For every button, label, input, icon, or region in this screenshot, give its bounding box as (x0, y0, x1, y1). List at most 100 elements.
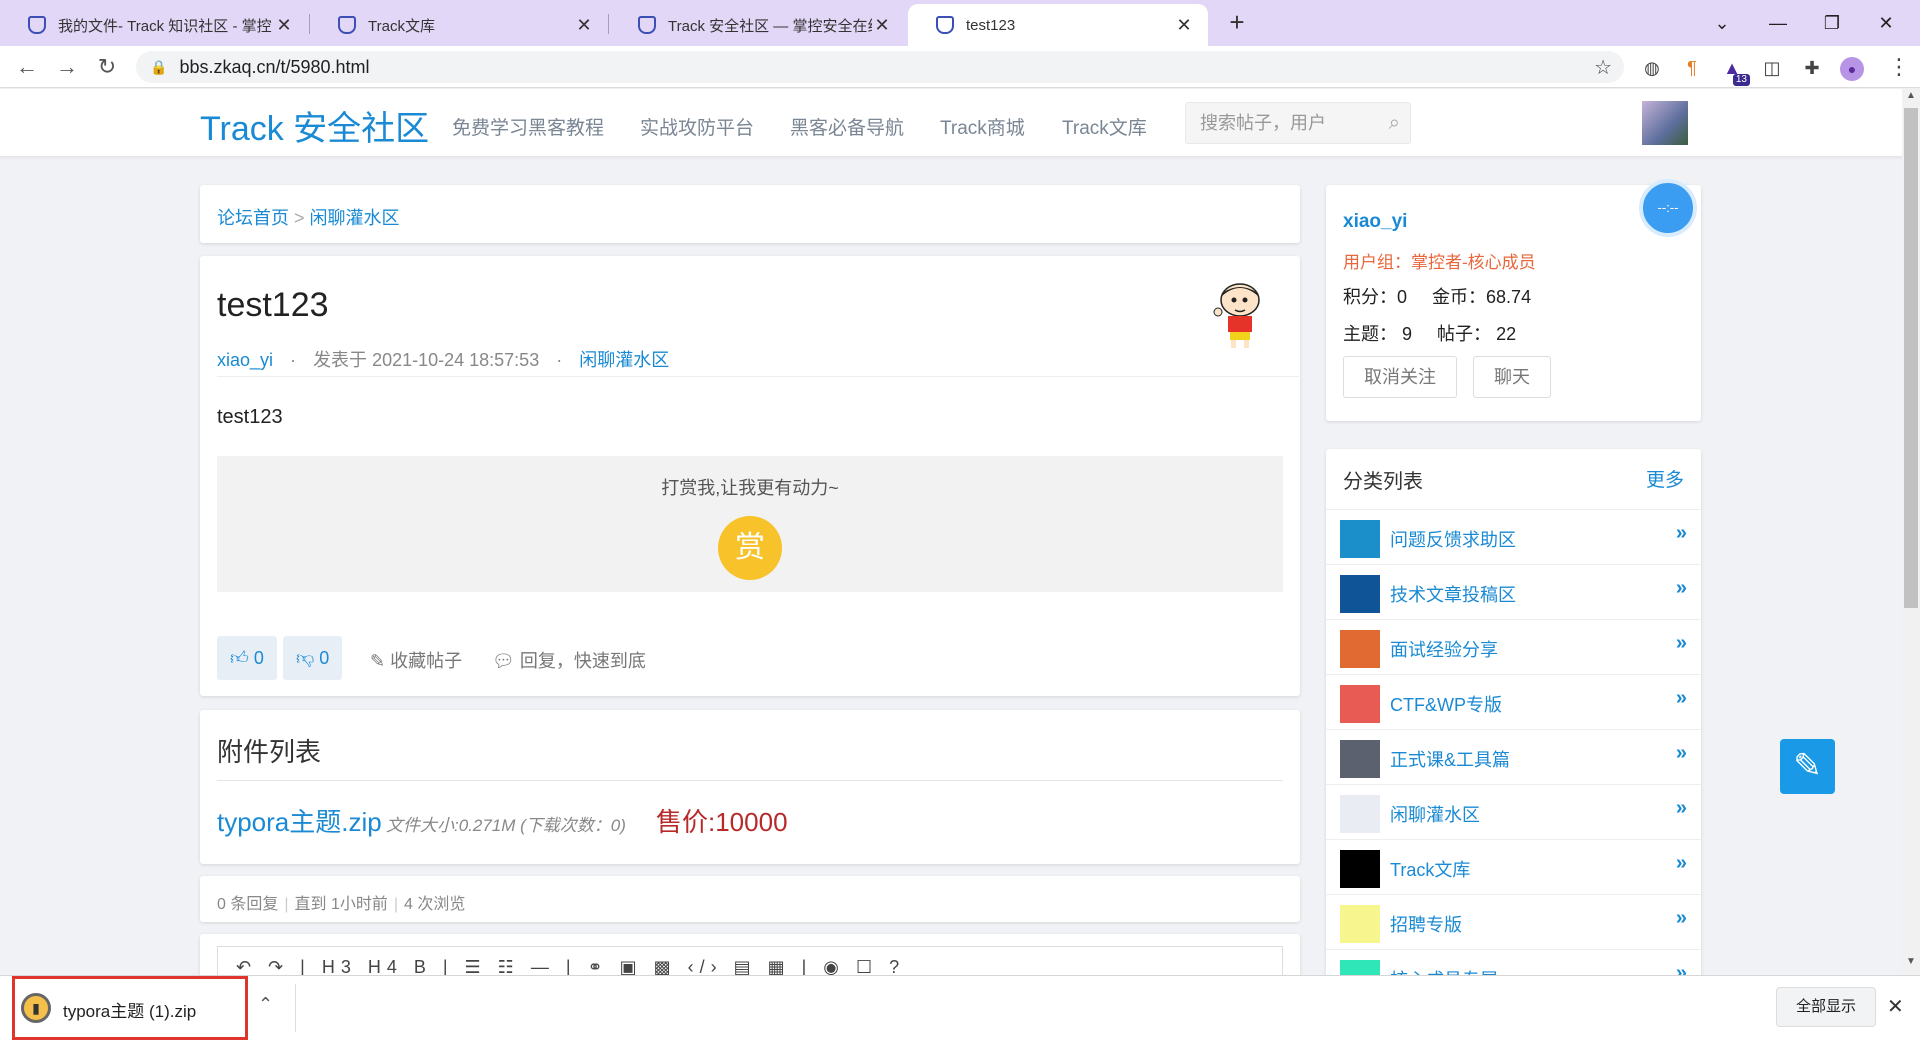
graduation-cap-extension-icon[interactable]: ▲ 13 (1720, 56, 1750, 86)
double-chevron-right-icon[interactable]: » (1676, 852, 1687, 875)
double-chevron-right-icon[interactable]: » (1676, 522, 1687, 545)
back-icon[interactable]: ← (12, 52, 42, 82)
category-label[interactable]: 面试经验分享 (1390, 636, 1498, 662)
tab-close-icon[interactable]: ✕ (872, 15, 892, 36)
view-count: 4 次浏览 (404, 896, 466, 913)
scroll-down-icon[interactable]: ▼ (1904, 956, 1918, 967)
category-item[interactable]: 面试经验分享 » (1326, 619, 1701, 674)
restore-icon[interactable]: ❐ (1812, 8, 1852, 38)
reward-button[interactable]: 赏 (718, 516, 782, 580)
tab-label: Track 安全社区 — 掌控安全在线 (668, 17, 872, 35)
category-label[interactable]: 问题反馈求助区 (1390, 526, 1516, 552)
bookmark-star-icon[interactable]: ☆ (1594, 55, 1612, 80)
reload-icon[interactable]: ↻ (92, 52, 122, 82)
post-section-link[interactable]: 闲聊灌水区 (579, 350, 669, 370)
category-item[interactable]: CTF&WP专版 » (1326, 674, 1701, 729)
site-search-input[interactable]: 搜索帖子，用户 ⌕ (1185, 102, 1411, 144)
download-item[interactable]: ▮ typora主题 (1).zip (12, 976, 248, 1040)
tab-my-files[interactable]: 我的文件- Track 知识社区 - 掌控 ✕ (0, 4, 308, 46)
tab-track-community[interactable]: Track 安全社区 — 掌控安全在线 ✕ (610, 4, 906, 46)
forward-icon[interactable]: → (52, 52, 82, 82)
attachments-divider (217, 780, 1283, 781)
attachment-info: 文件大小:0.271M (下载次数：0) (386, 816, 626, 835)
chat-button[interactable]: 聊天 (1473, 356, 1551, 398)
user-avatar[interactable] (1642, 101, 1688, 145)
coins-label: 金币： (1432, 287, 1487, 307)
favorite-post-button[interactable]: ✎ 收藏帖子 (370, 647, 462, 673)
reward-text: 打赏我,让我更有动力~ (661, 478, 839, 498)
category-item[interactable]: 技术文章投稿区 » (1326, 564, 1701, 619)
nav-free-tutorials[interactable]: 免费学习黑客教程 (452, 113, 604, 140)
tab-search-icon[interactable]: ⌄ (1702, 8, 1742, 38)
tab-close-icon[interactable]: ✕ (274, 15, 294, 36)
breadcrumb-trail: 论坛首页 > 闲聊灌水区 (217, 204, 400, 230)
site-logo[interactable]: Track 安全社区 (200, 101, 429, 150)
minimize-icon[interactable]: — (1758, 8, 1798, 38)
user-name-link[interactable]: xiao_yi (1343, 211, 1407, 233)
globe-extension-icon[interactable]: ◍ (1640, 56, 1664, 80)
category-label[interactable]: 正式课&工具篇 (1390, 746, 1510, 772)
post-title: test123 (217, 286, 329, 324)
category-label[interactable]: 招聘专版 (1390, 911, 1462, 937)
nav-attack-defense[interactable]: 实战攻防平台 (640, 113, 754, 140)
screenshot-extension-icon[interactable]: ◫ (1760, 56, 1784, 80)
category-item[interactable]: 闲聊灌水区 » (1326, 784, 1701, 839)
category-label[interactable]: Track文库 (1390, 856, 1470, 882)
unfollow-button[interactable]: 取消关注 (1343, 356, 1457, 398)
double-chevron-right-icon[interactable]: » (1676, 742, 1687, 765)
browser-menu-icon[interactable]: ⋮ (1888, 52, 1910, 82)
double-chevron-right-icon[interactable]: » (1676, 907, 1687, 930)
show-all-downloads-button[interactable]: 全部显示 (1776, 987, 1876, 1027)
category-label[interactable]: CTF&WP专版 (1390, 691, 1502, 717)
breadcrumb-home[interactable]: 论坛首页 (217, 208, 289, 228)
category-color-swatch (1340, 905, 1380, 943)
address-bar[interactable]: 🔒 bbs.zkaq.cn/t/5980.html ☆ (136, 51, 1624, 83)
new-tab-button[interactable]: + (1222, 8, 1252, 38)
post-author-link[interactable]: xiao_yi (217, 350, 273, 370)
nav-track-store[interactable]: Track商城 (940, 113, 1025, 140)
category-color-swatch (1340, 520, 1380, 558)
search-icon[interactable]: ⌕ (1389, 103, 1400, 143)
pilcrow-extension-icon[interactable]: ¶ (1680, 56, 1704, 80)
category-item[interactable]: 问题反馈求助区 » (1326, 509, 1701, 564)
breadcrumb-section[interactable]: 闲聊灌水区 (310, 208, 400, 228)
reply-jump-button[interactable]: 💬︎ 回复，快速到底 (492, 647, 646, 673)
double-chevron-right-icon[interactable]: » (1676, 797, 1687, 820)
new-post-pencil-icon[interactable]: ✎ (1780, 739, 1835, 794)
post-stats-bar: 0 条回复 | 直到 1小时前 | 4 次浏览 (200, 876, 1300, 922)
tab-test123[interactable]: test123 ✕ (908, 4, 1208, 46)
double-chevron-right-icon[interactable]: » (1676, 687, 1687, 710)
chevron-up-icon[interactable]: ⌃ (258, 994, 273, 1015)
scrollbar-thumb[interactable] (1904, 108, 1918, 608)
close-download-shelf-icon[interactable]: ✕ (1887, 994, 1904, 1019)
reply-count: 0 条回复 (217, 896, 279, 913)
profile-avatar-icon[interactable]: ● (1840, 57, 1864, 81)
topics-value: 9 (1402, 324, 1413, 344)
tab-close-icon[interactable]: ✕ (574, 15, 594, 36)
nav-track-library[interactable]: Track文库 (1062, 113, 1147, 140)
category-item[interactable]: Track文库 » (1326, 839, 1701, 894)
double-chevron-right-icon[interactable]: » (1676, 577, 1687, 600)
like-button[interactable]: 👍︎ 0 (217, 636, 277, 680)
category-label[interactable]: 技术文章投稿区 (1390, 581, 1516, 607)
tab-close-icon[interactable]: ✕ (1174, 15, 1194, 36)
tab-track-library[interactable]: Track文库 ✕ (310, 4, 608, 46)
favorite-label: 收藏帖子 (390, 651, 463, 671)
category-label[interactable]: 闲聊灌水区 (1390, 801, 1480, 827)
category-color-swatch (1340, 850, 1380, 888)
attachment-link[interactable]: typora主题.zip (217, 802, 382, 839)
comment-icon: 💬︎ (492, 651, 515, 671)
puzzle-extensions-icon[interactable]: ✚ (1800, 56, 1824, 80)
scroll-up-icon[interactable]: ▲ (1904, 90, 1918, 101)
category-more-link[interactable]: 更多 (1646, 465, 1684, 492)
category-item[interactable]: 招聘专版 » (1326, 894, 1701, 949)
user-info-card: --:-- xiao_yi 用户组：掌控者-核心成员 积分：0 金币：68.74… (1326, 179, 1701, 421)
close-window-icon[interactable]: ✕ (1866, 8, 1906, 38)
nav-hacker-navigation[interactable]: 黑客必备导航 (790, 113, 904, 140)
reward-box: 打赏我,让我更有动力~ 赏 (217, 456, 1283, 592)
author-cartoon-avatar[interactable] (1210, 282, 1270, 352)
post-card: test123 xiao_yi · 发表于 2021-10-24 18:57:5… (200, 256, 1300, 696)
double-chevron-right-icon[interactable]: » (1676, 632, 1687, 655)
dislike-button[interactable]: 👎︎ 0 (283, 636, 343, 680)
category-item[interactable]: 正式课&工具篇 » (1326, 729, 1701, 784)
